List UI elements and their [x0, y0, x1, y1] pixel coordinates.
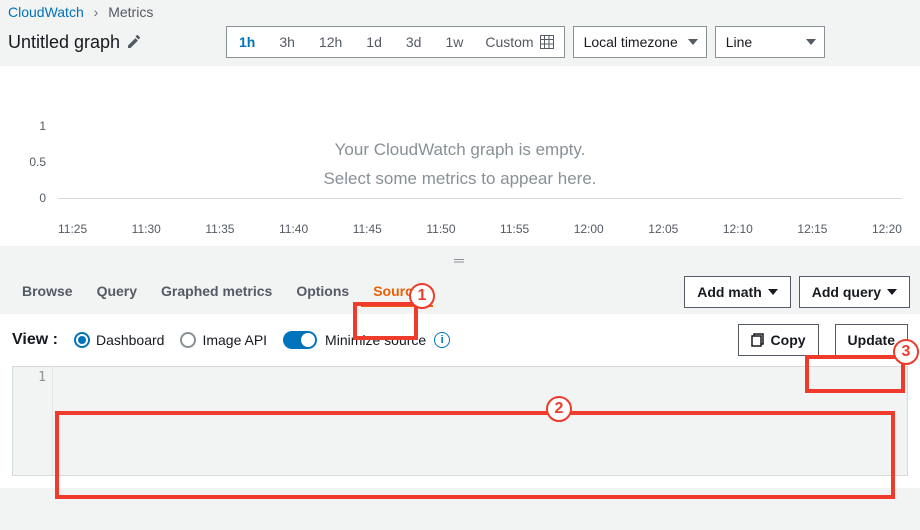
view-dashboard-radio[interactable]: Dashboard: [74, 332, 165, 348]
timezone-select[interactable]: Local timezone: [573, 26, 707, 58]
editor-content[interactable]: [53, 367, 907, 475]
edit-title-icon[interactable]: [126, 34, 142, 50]
radio-icon: [180, 332, 196, 348]
tab-bar: Browse Query Graphed metrics Options Sou…: [10, 277, 433, 307]
chevron-right-icon: ›: [94, 4, 99, 20]
chart-panel: 1 0.5 0 Your CloudWatch graph is empty. …: [0, 66, 920, 246]
caret-down-icon: [887, 289, 897, 295]
line-number: 1: [13, 370, 46, 385]
copy-button[interactable]: Copy: [738, 324, 819, 356]
breadcrumb: CloudWatch › Metrics: [0, 0, 920, 22]
breadcrumb-current: Metrics: [108, 4, 153, 20]
info-icon[interactable]: i: [434, 332, 450, 348]
time-range-1w[interactable]: 1w: [433, 27, 475, 57]
time-range-custom-label: Custom: [485, 34, 533, 50]
caret-down-icon: [806, 39, 816, 45]
editor-gutter: 1: [13, 367, 53, 475]
add-math-button[interactable]: Add math: [684, 276, 791, 308]
add-query-button[interactable]: Add query: [799, 276, 910, 308]
page-title: Untitled graph: [8, 32, 120, 53]
time-range-3h[interactable]: 3h: [267, 27, 307, 57]
time-range-12h[interactable]: 12h: [307, 27, 354, 57]
chart-type-label: Line: [726, 34, 752, 50]
time-range-1h[interactable]: 1h: [227, 27, 267, 57]
radio-icon: [74, 332, 90, 348]
tab-browse[interactable]: Browse: [10, 277, 85, 307]
time-range-1d[interactable]: 1d: [354, 27, 394, 57]
tab-options[interactable]: Options: [284, 277, 361, 307]
x-axis-ticks: 11:2511:3011:35 11:4011:4511:50 11:5512:…: [58, 222, 902, 236]
timezone-label: Local timezone: [584, 34, 678, 50]
resize-handle[interactable]: ═: [0, 246, 920, 270]
view-label: View :: [12, 331, 58, 349]
breadcrumb-root[interactable]: CloudWatch: [8, 4, 84, 20]
time-range-3d[interactable]: 3d: [394, 27, 434, 57]
time-range-group: 1h 3h 12h 1d 3d 1w Custom: [226, 26, 565, 58]
x-axis-line: [58, 198, 902, 199]
caret-down-icon: [768, 289, 778, 295]
view-image-api-radio[interactable]: Image API: [180, 332, 267, 348]
tab-query[interactable]: Query: [85, 277, 149, 307]
empty-chart-message: Your CloudWatch graph is empty. Select s…: [8, 136, 912, 194]
source-editor[interactable]: 1: [12, 366, 908, 476]
caret-down-icon: [688, 39, 698, 45]
minimize-source-toggle[interactable]: [283, 331, 317, 349]
copy-icon: [751, 333, 765, 347]
update-button[interactable]: Update: [835, 324, 908, 356]
calendar-icon: [540, 35, 554, 49]
tab-source[interactable]: Source: [361, 277, 432, 307]
chart-type-select[interactable]: Line: [715, 26, 825, 58]
minimize-source-label: Minimize source: [325, 332, 426, 348]
time-range-custom[interactable]: Custom: [475, 27, 563, 57]
tab-graphed-metrics[interactable]: Graphed metrics: [149, 277, 284, 307]
